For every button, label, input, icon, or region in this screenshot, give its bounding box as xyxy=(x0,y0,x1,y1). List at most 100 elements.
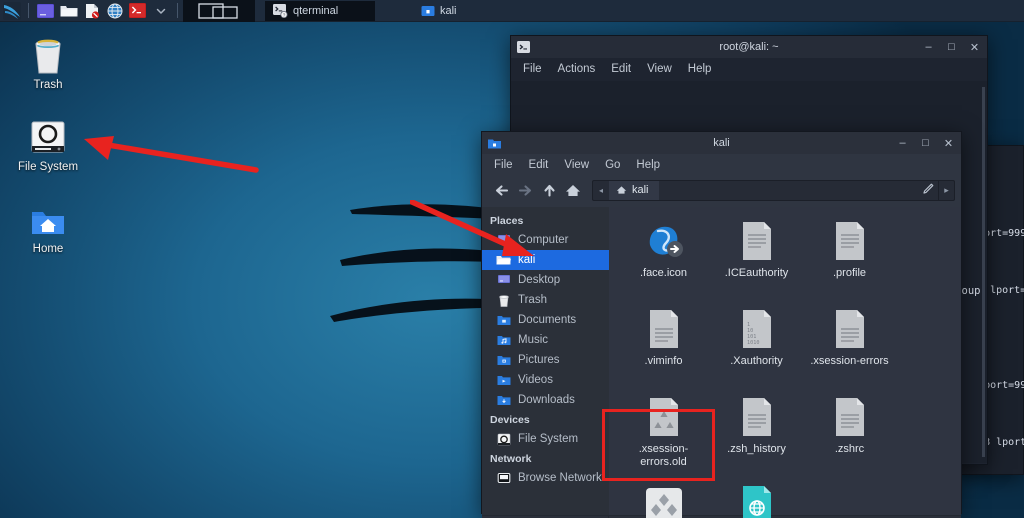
terminal-close-button[interactable]: ✕ xyxy=(968,41,981,54)
kali-menu-icon[interactable] xyxy=(2,1,21,20)
sidebar-item-documents[interactable]: Documents xyxy=(482,310,609,330)
file-item-xsession-errors[interactable]: .xsession-errors xyxy=(803,301,896,389)
terminal-menu-view[interactable]: View xyxy=(647,63,672,75)
file-manager-window[interactable]: kali – □ ✕ File Edit View Go Help ◂ kali… xyxy=(481,131,962,518)
sidebar-item-desktop[interactable]: Desktop xyxy=(482,270,609,290)
documents-folder-icon xyxy=(496,314,511,327)
sidebar-item-pictures[interactable]: Pictures xyxy=(482,350,609,370)
document-icon xyxy=(710,389,803,439)
sidebar-item-downloads[interactable]: Downloads xyxy=(482,390,609,410)
pencil-icon[interactable] xyxy=(918,183,938,198)
home-icon[interactable] xyxy=(562,179,584,201)
back-icon[interactable] xyxy=(490,179,512,201)
taskbar-window-qterminal[interactable]: ? qterminal xyxy=(265,0,375,21)
file-name: .profile xyxy=(832,267,867,279)
sidebar-item-browse-network[interactable]: Browse Network xyxy=(482,468,609,488)
path-bar[interactable]: ◂ kali ▸ xyxy=(592,179,955,201)
text-editor-icon[interactable] xyxy=(82,1,101,20)
file-item-zsh-history[interactable]: .zsh_history xyxy=(710,389,803,477)
forward-icon[interactable] xyxy=(514,179,536,201)
fm-menu-file[interactable]: File xyxy=(494,159,513,171)
terminal-emulator-icon[interactable] xyxy=(36,1,55,20)
file-item-profile[interactable]: .profile xyxy=(803,213,896,301)
panel-separator xyxy=(28,3,29,18)
root-terminal-icon[interactable] xyxy=(128,1,147,20)
up-icon[interactable] xyxy=(538,179,560,201)
highlight-box-demo-exe xyxy=(602,409,715,481)
terminal-maximize-button[interactable]: □ xyxy=(945,41,958,54)
top-panel: ? qterminal kali xyxy=(0,0,1024,22)
open-folder-icon xyxy=(496,254,511,267)
sidebar-item-label: Desktop xyxy=(518,274,561,286)
file-item-face-icon[interactable]: .face.icon xyxy=(617,213,710,301)
file-item-zshrc[interactable]: .zshrc xyxy=(803,389,896,477)
sidebar-item-label: Browse Network xyxy=(518,472,602,484)
fm-menu-edit[interactable]: Edit xyxy=(529,159,549,171)
document-icon xyxy=(803,389,896,439)
path-scroll-left-icon[interactable]: ◂ xyxy=(593,186,609,195)
path-scroll-right-icon[interactable]: ▸ xyxy=(938,180,954,200)
file-manager-close-button[interactable]: ✕ xyxy=(942,137,955,150)
terminal-titlebar[interactable]: root@kali: ~ – □ ✕ xyxy=(511,36,987,58)
file-manager-icon[interactable] xyxy=(59,1,78,20)
file-item-xauthority[interactable]: 1 10 101 1010 .Xauthority xyxy=(710,301,803,389)
sidebar-header-network: Network xyxy=(490,453,532,465)
sidebar-item-trash[interactable]: Trash xyxy=(482,290,609,310)
file-item-fbnqvpyr-html[interactable]: fBnQVpYr.html xyxy=(710,477,803,518)
breadcrumb-kali[interactable]: kali xyxy=(609,180,659,200)
chevron-down-icon[interactable] xyxy=(151,1,170,20)
music-folder-icon xyxy=(496,334,511,347)
file-manager-menubar: File Edit View Go Help xyxy=(482,154,961,177)
file-manager-maximize-button[interactable]: □ xyxy=(919,137,932,150)
file-manager-minimize-button[interactable]: – xyxy=(896,137,909,150)
file-manager-titlebar[interactable]: kali – □ ✕ xyxy=(482,132,961,154)
terminal-title: root@kali: ~ xyxy=(719,41,779,53)
terminal-scrollbar[interactable] xyxy=(982,87,985,457)
workspace-switcher[interactable] xyxy=(183,0,255,22)
breadcrumb-label: kali xyxy=(632,184,649,196)
videos-folder-icon xyxy=(496,374,511,387)
sidebar-item-music[interactable]: Music xyxy=(482,330,609,350)
file-manager-title: kali xyxy=(713,137,730,149)
desktop-icon-trash[interactable]: Trash xyxy=(0,28,96,92)
desktop-icon-label: File System xyxy=(17,161,79,173)
document-icon xyxy=(617,301,710,351)
html-document-icon xyxy=(710,477,803,518)
desktop-icon-label: Trash xyxy=(33,79,63,91)
svg-text:1010: 1010 xyxy=(747,340,760,346)
downloads-folder-icon xyxy=(496,394,511,407)
folder-window-icon xyxy=(421,5,435,17)
terminal-menu-edit[interactable]: Edit xyxy=(611,63,631,75)
filesystem-drive-icon xyxy=(496,433,511,446)
trash-icon xyxy=(0,28,96,74)
taskbar-window-label: kali xyxy=(440,4,457,17)
desktop-icon-home[interactable]: Home xyxy=(0,192,96,256)
sidebar-item-videos[interactable]: Videos xyxy=(482,370,609,390)
file-name: .ICEauthority xyxy=(724,267,789,279)
document-icon xyxy=(710,213,803,263)
terminal-minimize-button[interactable]: – xyxy=(922,41,935,54)
sidebar-item-label: Trash xyxy=(518,294,547,306)
sidebar-item-file-system[interactable]: File System xyxy=(482,429,609,449)
home-icon xyxy=(616,186,627,194)
desktop-icon-file-system[interactable]: File System xyxy=(0,110,96,174)
file-manager-toolbar: ◂ kali ▸ xyxy=(482,177,961,207)
file-item-iceauthority[interactable]: .ICEauthority xyxy=(710,213,803,301)
sidebar-item-label: Pictures xyxy=(518,354,560,366)
panel-separator xyxy=(177,3,178,18)
web-browser-icon[interactable] xyxy=(105,1,124,20)
file-item-demo-exe[interactable]: demo.exe xyxy=(617,477,710,518)
file-item-viminfo[interactable]: .viminfo xyxy=(617,301,710,389)
sidebar-item-computer[interactable]: Computer xyxy=(482,230,609,250)
fm-menu-view[interactable]: View xyxy=(564,159,589,171)
fm-menu-help[interactable]: Help xyxy=(636,159,660,171)
sidebar-item-label: Videos xyxy=(518,374,553,386)
svg-text:?: ? xyxy=(283,12,286,17)
terminal-menu-help[interactable]: Help xyxy=(688,63,712,75)
sidebar-item-kali[interactable]: kali xyxy=(482,250,609,270)
taskbar-window-kali[interactable]: kali xyxy=(413,1,523,21)
fm-menu-go[interactable]: Go xyxy=(605,159,620,171)
file-name: .zshrc xyxy=(834,443,865,455)
terminal-menu-actions[interactable]: Actions xyxy=(558,63,596,75)
terminal-menu-file[interactable]: File xyxy=(523,63,542,75)
